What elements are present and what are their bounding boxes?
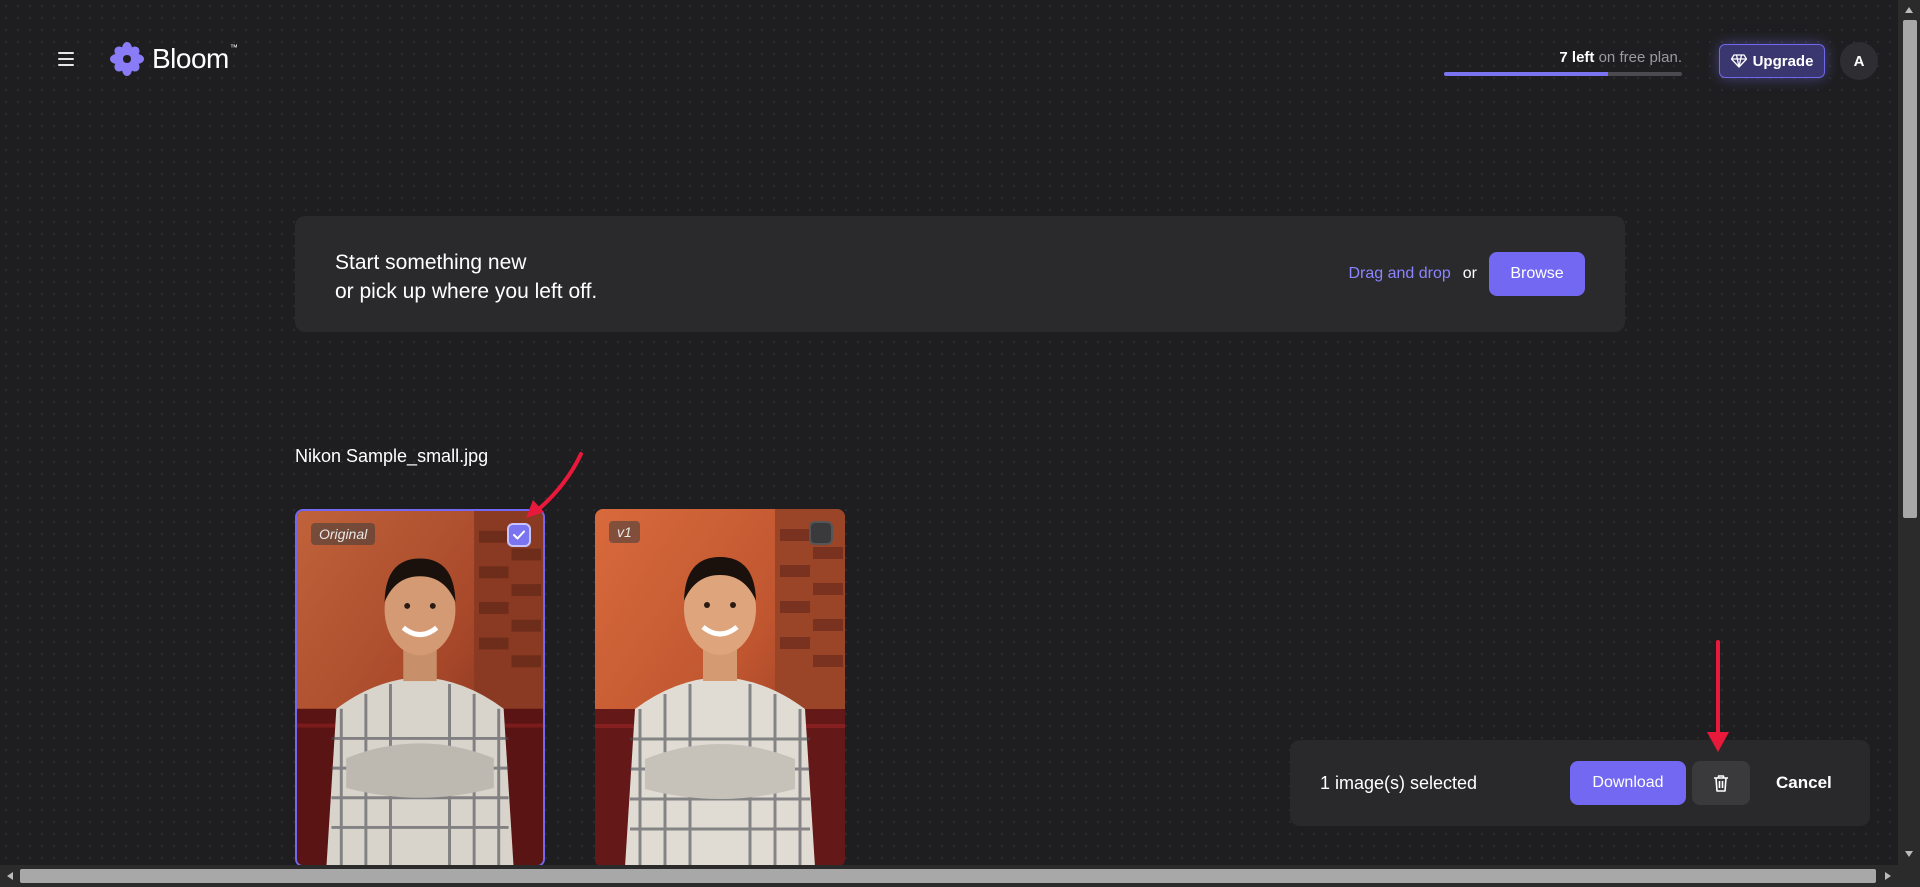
image-thumbnail-v1[interactable]: v1 [595, 509, 845, 867]
selection-count: 1 image(s) selected [1320, 773, 1478, 793]
upload-heading: Start something new or pick up where you… [335, 248, 597, 306]
app-name: Bloom [152, 43, 229, 74]
cancel-button[interactable]: Cancel [1776, 773, 1832, 793]
download-button[interactable]: Download [1570, 761, 1686, 805]
top-bar: Bloom ™ 7 left on free plan. Upgrade A [0, 0, 1898, 120]
upload-card[interactable]: Start something new or pick up where you… [295, 216, 1625, 332]
vertical-scroll-thumb[interactable] [1903, 20, 1917, 518]
vertical-scrollbar[interactable] [1898, 0, 1920, 865]
select-checkbox[interactable] [809, 521, 833, 545]
horizontal-scroll-thumb[interactable] [20, 869, 1876, 883]
select-checkbox[interactable] [507, 523, 531, 547]
plan-status: 7 left on free plan. [1559, 49, 1682, 66]
upload-actions: Drag and drop or Browse [1348, 252, 1585, 296]
plan-usage-fill [1444, 72, 1609, 76]
selection-action-bar: 1 image(s) selected Download Cancel [1290, 740, 1870, 826]
plan-remaining: 7 left [1559, 49, 1595, 66]
drag-and-drop-link[interactable]: Drag and drop [1348, 265, 1450, 283]
app-logo[interactable]: Bloom ™ [110, 42, 238, 76]
or-separator: or [1462, 265, 1477, 282]
horizontal-scrollbar[interactable] [0, 865, 1920, 887]
trash-icon [1714, 775, 1728, 792]
image-thumbnail-original[interactable]: Original [295, 509, 545, 867]
bloom-logo-icon [110, 42, 144, 76]
scroll-right-icon[interactable] [1884, 871, 1892, 881]
plan-suffix: on free plan. [1598, 49, 1682, 66]
version-label: Original [311, 523, 376, 545]
delete-button[interactable] [1692, 761, 1750, 805]
diamond-icon [1730, 54, 1747, 68]
browse-button[interactable]: Browse [1489, 252, 1585, 296]
file-name: Nikon Sample_small.jpg [295, 446, 489, 466]
upload-heading-line1: Start something new [335, 251, 527, 274]
upload-heading-line2: or pick up where you left off. [335, 280, 598, 303]
upgrade-button[interactable]: Upgrade [1719, 44, 1825, 78]
version-label: v1 [609, 521, 640, 543]
annotation-arrow [1707, 640, 1729, 752]
scroll-up-icon[interactable] [1904, 6, 1914, 14]
check-icon [513, 530, 525, 540]
plan-usage-bar [1444, 72, 1682, 76]
trademark-mark: ™ [229, 42, 238, 52]
upgrade-label: Upgrade [1752, 52, 1814, 70]
menu-icon[interactable] [58, 52, 74, 66]
scroll-down-icon[interactable] [1904, 850, 1914, 858]
user-avatar[interactable]: A [1840, 42, 1878, 80]
scroll-left-icon[interactable] [6, 871, 14, 881]
photo-image [595, 509, 845, 867]
photo-image [297, 511, 543, 865]
